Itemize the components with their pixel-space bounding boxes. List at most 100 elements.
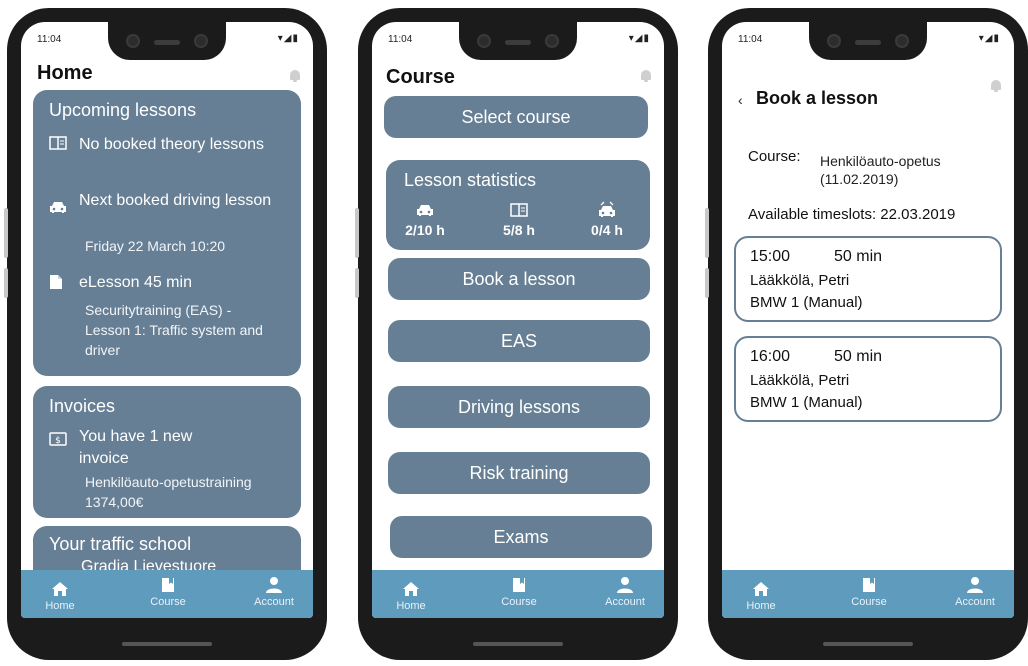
exams-button[interactable]: Exams [390,516,652,558]
notch [809,22,927,60]
nav-course[interactable]: Course [133,574,203,608]
nav-account[interactable]: Account [239,574,309,608]
card-heading: Upcoming lessons [49,100,197,120]
book-icon [510,203,528,217]
stat-driving-value: 2/10 h [405,222,445,238]
nav-account[interactable]: Account [590,574,660,608]
bottom-nav: Home Course Account [722,570,1014,618]
book-lesson-button[interactable]: Book a lesson [388,258,650,300]
nav-account-label: Account [955,596,995,608]
timeslot-card[interactable]: 16:00 50 min Lääkkölä, Petri BMW 1 (Manu… [734,336,1002,422]
slot-time: 16:00 [750,348,791,365]
slot-instructor: Lääkkölä, Petri [750,272,850,289]
invoice-text: You have 1 new invoice [79,428,193,467]
car-icon [49,200,67,216]
home-indicator [823,642,913,646]
book-screen: 11:04 ▾◢▮ ‹ Book a lesson Course: Henkil… [722,22,1014,618]
home-indicator [122,642,212,646]
book-icon [49,136,67,152]
stat-risk-value: 0/4 h [591,222,623,238]
status-icons: ▾◢▮ [978,33,1000,44]
status-time: 11:04 [738,34,763,45]
nav-home-label: Home [746,600,776,612]
nav-course[interactable]: Course [484,574,554,608]
course-value[interactable]: Henkilöauto-opetus (11.02.2019) [820,152,990,188]
bottom-nav: Home Course Account [372,570,664,618]
elesson-row[interactable]: eLesson 45 min Securitytraining (EAS) - … [49,272,289,368]
course-icon [513,578,525,592]
card-heading: Your traffic school [49,534,192,554]
invoice-icon: $ [49,432,67,448]
bell-icon[interactable] [289,70,301,82]
select-course-button[interactable]: Select course [384,96,648,138]
avail-label: Available timeslots: [748,206,877,223]
bottom-nav: Home Course Account [21,570,313,618]
stage: 11:04 ▾◢▮ Home Upcoming lessons No booke… [0,0,1028,666]
nav-home-label: Home [396,600,426,612]
risk-car-icon [599,201,615,217]
page-title: Course [386,66,455,88]
home-icon [753,582,769,596]
timeslot-card[interactable]: 15:00 50 min Lääkkölä, Petri BMW 1 (Manu… [734,236,1002,322]
home-indicator [473,642,563,646]
slot-time: 15:00 [750,248,791,265]
invoice-row[interactable]: $ You have 1 new invoice Henkilöauto-ope… [49,426,289,510]
slot-duration: 50 min [834,348,883,365]
slot-duration: 50 min [834,248,883,265]
slot-car: BMW 1 (Manual) [750,294,863,311]
phone-course: 11:04 ▾◢▮ Course Select course Lesson st… [355,8,678,660]
stat-risk: 0/4 h [572,200,642,238]
course-icon [162,578,174,592]
avail-date[interactable]: 22.03.2019 [880,206,955,223]
bell-icon[interactable] [640,70,652,82]
nav-account[interactable]: Account [940,574,1010,608]
notch [459,22,577,60]
card-heading: Invoices [49,396,116,416]
nav-home-label: Home [45,600,75,612]
course-label: Course: [748,148,801,165]
phone-book: 11:04 ▾◢▮ ‹ Book a lesson Course: Henkil… [705,8,1028,660]
eas-button[interactable]: EAS [388,320,650,362]
nav-home[interactable]: Home [726,578,796,612]
svg-text:$: $ [55,436,61,446]
elesson-title: eLesson 45 min [79,274,192,291]
course-screen: 11:04 ▾◢▮ Course Select course Lesson st… [372,22,664,618]
account-icon [967,577,983,593]
bell-icon[interactable] [990,80,1002,92]
driving-date: Friday 22 March 10:20 [85,238,226,254]
stats-heading: Lesson statistics [404,170,537,190]
risk-training-button[interactable]: Risk training [388,452,650,494]
lesson-statistics-card: Lesson statistics 2/10 h 5/8 h 0/4 h [386,160,650,250]
invoices-card[interactable]: Invoices $ You have 1 new invoice Henkil… [33,386,301,518]
page-title: Home [37,62,93,84]
driving-lessons-button[interactable]: Driving lessons [388,386,650,428]
nav-course-label: Course [851,596,887,608]
status-time: 11:04 [37,34,62,45]
course-icon [863,578,875,592]
driving-row[interactable]: Next booked driving lesson Friday 22 Mar… [49,190,289,260]
home-icon [52,582,68,596]
page-title: Book a lesson [756,88,879,108]
home-screen: 11:04 ▾◢▮ Home Upcoming lessons No booke… [21,22,313,618]
nav-home[interactable]: Home [25,578,95,612]
stat-theory-value: 5/8 h [503,222,535,238]
back-icon[interactable]: ‹ [738,92,743,108]
notch [108,22,226,60]
invoice-detail: Henkilöauto-opetustraining 1374,00€ [85,474,252,510]
car-icon [417,205,433,216]
nav-account-label: Account [254,596,294,608]
status-icons: ▾◢▮ [628,33,650,44]
driving-title: Next booked driving lesson [79,192,272,209]
available-timeslots: Available timeslots: 22.03.2019 [748,206,955,223]
nav-course-label: Course [501,596,537,608]
theory-row[interactable]: No booked theory lessons [49,134,289,178]
document-icon [49,274,67,290]
stat-theory: 5/8 h [484,200,554,238]
upcoming-lessons-card[interactable]: Upcoming lessons No booked theory lesson… [33,90,301,376]
status-time: 11:04 [388,34,413,45]
home-icon [403,582,419,596]
status-icons: ▾◢▮ [277,33,299,44]
phone-home: 11:04 ▾◢▮ Home Upcoming lessons No booke… [4,8,327,660]
nav-home[interactable]: Home [376,578,446,612]
nav-course[interactable]: Course [834,574,904,608]
